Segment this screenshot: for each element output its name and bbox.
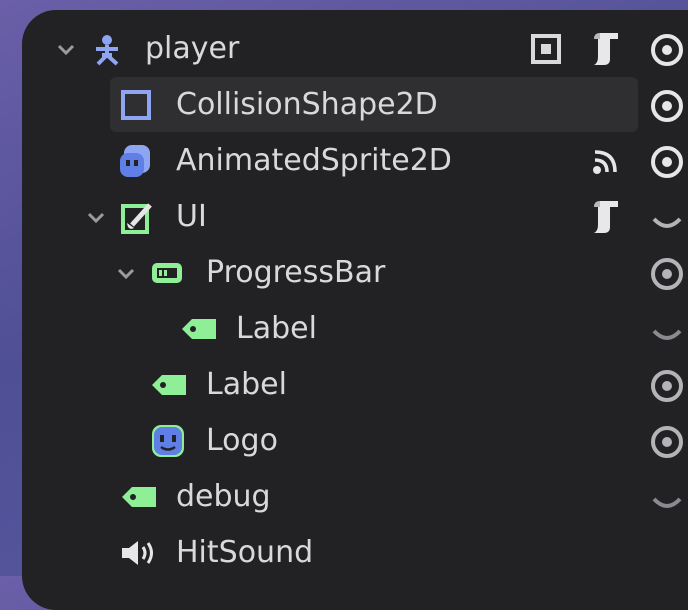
- collision-shape-2d-icon: [121, 90, 151, 120]
- visibility-eye-icon[interactable]: [650, 89, 684, 123]
- visibility-eye-icon[interactable]: [650, 425, 684, 459]
- tree-item-label: Logo: [206, 423, 278, 458]
- tree-item-progressbar[interactable]: ProgressBar: [0, 247, 688, 299]
- animated-sprite-2d-icon: [120, 145, 150, 177]
- tree-item-collisionshape2d[interactable]: CollisionShape2D: [0, 79, 688, 131]
- tree-item-label: ProgressBar: [206, 255, 386, 290]
- tree-item-label: AnimatedSprite2D: [176, 143, 452, 178]
- label-icon: [182, 319, 216, 339]
- chevron-down-icon[interactable]: [116, 267, 136, 281]
- audio-stream-player-icon: [122, 541, 153, 565]
- tree-item-hitsound[interactable]: HitSound: [0, 527, 688, 579]
- label-icon: [152, 375, 186, 395]
- character-body-2d-icon: [96, 35, 119, 66]
- script-icon[interactable]: [590, 199, 620, 235]
- visibility-eye-icon[interactable]: [650, 369, 684, 403]
- tree-item-label[interactable]: Label: [0, 359, 688, 411]
- tree-item-debug[interactable]: debug: [0, 471, 688, 523]
- visibility-closed-icon[interactable]: [650, 483, 684, 517]
- tree-item-label: UI: [176, 199, 207, 234]
- signal-connections-icon[interactable]: [592, 149, 618, 175]
- tree-item-player[interactable]: player: [0, 23, 688, 75]
- visibility-eye-icon[interactable]: [650, 257, 684, 291]
- tree-item-animatedsprite2d[interactable]: AnimatedSprite2D: [0, 135, 688, 187]
- texture-rect-icon: [152, 425, 184, 457]
- chevron-down-icon[interactable]: [56, 43, 76, 57]
- control-node-icon: [121, 203, 152, 234]
- visibility-eye-icon[interactable]: [650, 33, 684, 67]
- chevron-down-icon[interactable]: [86, 211, 106, 225]
- label-icon: [122, 487, 156, 507]
- visibility-closed-icon[interactable]: [650, 315, 684, 349]
- tree-item-label: Label: [206, 367, 287, 402]
- tree-item-logo[interactable]: Logo: [0, 415, 688, 467]
- visibility-eye-icon[interactable]: [650, 145, 684, 179]
- progress-bar-icon: [152, 263, 182, 283]
- tree-item-label-nested[interactable]: Label: [0, 303, 688, 355]
- visibility-closed-icon[interactable]: [650, 203, 684, 237]
- tree-item-label: player: [145, 31, 240, 66]
- script-icon[interactable]: [590, 31, 620, 67]
- tree-item-label: HitSound: [176, 535, 314, 570]
- tree-item-ui[interactable]: UI: [0, 191, 688, 243]
- tree-item-label: CollisionShape2D: [176, 87, 438, 122]
- unique-name-icon[interactable]: [530, 33, 562, 65]
- tree-item-label: Label: [236, 311, 317, 346]
- tree-item-label: debug: [176, 479, 271, 514]
